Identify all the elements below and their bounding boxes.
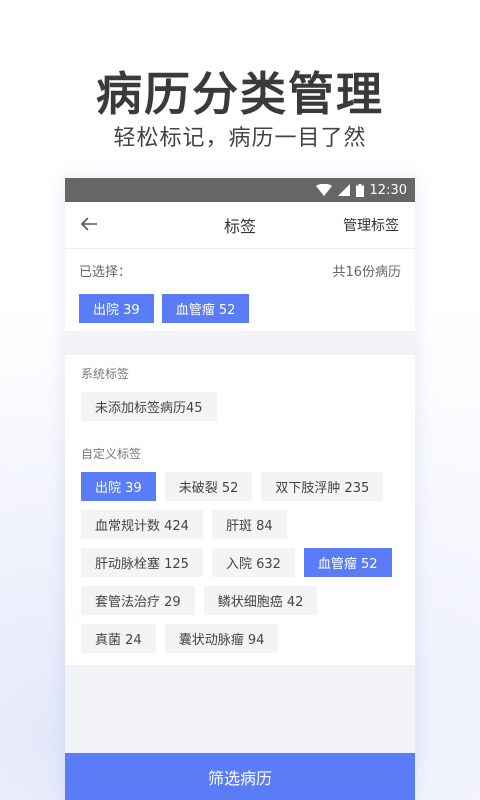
custom-tag[interactable]: 入院 632 bbox=[211, 548, 295, 577]
status-bar: 12:30 bbox=[65, 178, 415, 202]
promo-title: 病历分类管理 bbox=[96, 67, 384, 121]
tags-section: 系统标签 未添加标签病历45 自定义标签 出院 39 未破裂 52 双下肢浮肿 23… bbox=[65, 355, 415, 665]
custom-tag[interactable]: 双下肢浮肿 235 bbox=[261, 472, 384, 501]
manage-tags-button[interactable]: 管理标签 bbox=[343, 215, 399, 235]
system-tags: 未添加标签病历45 bbox=[81, 392, 399, 421]
custom-tag[interactable]: 肝动脉栓塞 125 bbox=[81, 548, 203, 577]
custom-tag[interactable]: 血管瘤 52 bbox=[303, 548, 392, 577]
status-time: 12:30 bbox=[369, 182, 407, 198]
nav-bar: 标签 管理标签 bbox=[65, 202, 415, 249]
system-tag[interactable]: 未添加标签病历45 bbox=[81, 392, 217, 421]
selected-label: 已选择： bbox=[79, 265, 132, 280]
signal-icon bbox=[337, 184, 350, 196]
custom-tag[interactable]: 囊状动脉瘤 94 bbox=[164, 624, 279, 653]
custom-tag[interactable]: 未破裂 52 bbox=[164, 472, 253, 501]
filter-records-button[interactable]: 筛选病历 bbox=[65, 753, 415, 800]
battery-icon bbox=[355, 183, 364, 197]
custom-tag[interactable]: 套管法治疗 29 bbox=[81, 586, 195, 615]
wifi-icon bbox=[315, 184, 332, 196]
custom-tag[interactable]: 鳞状细胞癌 42 bbox=[203, 586, 318, 615]
custom-tags: 出院 39 未破裂 52 双下肢浮肿 235 血常规计数 424 肝斑 84 肝动脉栓塞 … bbox=[81, 472, 399, 653]
selected-section: 已选择： 共16份病历 出院 39 血管瘤 52 bbox=[65, 249, 415, 331]
record-count: 共16份病历 bbox=[332, 265, 401, 280]
selected-tag[interactable]: 出院 39 bbox=[79, 294, 154, 323]
promo-subtitle: 轻松标记，病历一目了然 bbox=[113, 126, 367, 151]
custom-tag[interactable]: 肝斑 84 bbox=[211, 510, 287, 539]
selected-tags: 出院 39 血管瘤 52 bbox=[79, 294, 401, 323]
custom-tags-label: 自定义标签 bbox=[81, 447, 142, 461]
phone-screen: 12:30 标签 管理标签 已选择： 共16份病历 出院 39 血管瘤 52 系统… bbox=[65, 178, 415, 800]
system-tags-label: 系统标签 bbox=[81, 367, 130, 381]
custom-tag[interactable]: 真菌 24 bbox=[81, 624, 156, 653]
custom-tag[interactable]: 血常规计数 424 bbox=[81, 510, 203, 539]
custom-tag[interactable]: 出院 39 bbox=[81, 472, 156, 501]
selected-tag[interactable]: 血管瘤 52 bbox=[161, 294, 250, 323]
